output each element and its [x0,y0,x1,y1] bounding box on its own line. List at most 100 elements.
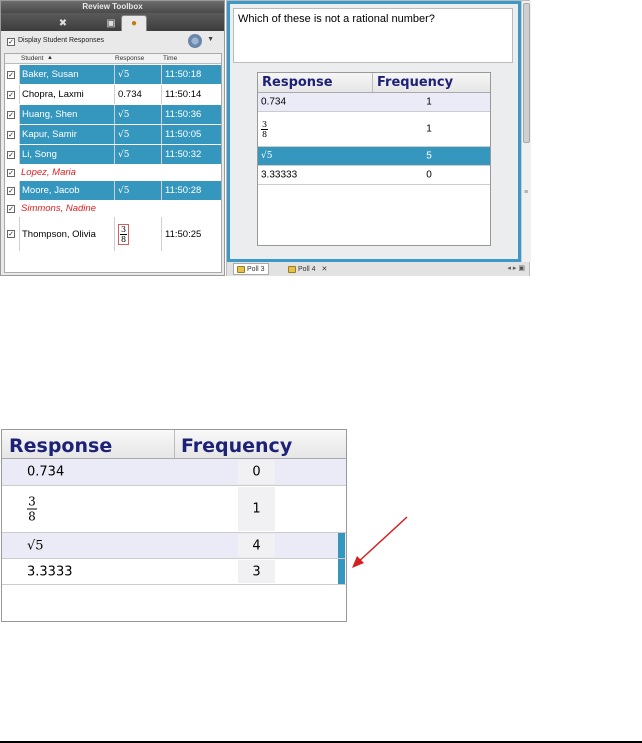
poll-panel: Which of these is not a rational number?… [226,0,531,276]
student-name: Moore, Jacob [19,181,114,200]
options-bar: ✓ Display Student Responses ▼ [1,31,224,53]
table-row[interactable]: ✓ Huang, Shen √5 11:50:36 [5,105,221,124]
student-response: 38 [114,217,161,251]
student-response: √5 [114,65,161,84]
column-header-student[interactable]: Student [21,55,43,62]
row-checkbox[interactable]: ✓ [7,91,15,99]
frequency-value: 1 [426,96,432,108]
table-row[interactable]: √5 5 [258,147,490,166]
frequency-value: 0 [426,169,432,181]
table-row[interactable]: 0.734 1 [258,93,490,112]
table-row[interactable]: 3.33333 0 [258,166,490,185]
close-icon[interactable]: ✕ [322,265,328,273]
frequency-value: 4 [252,538,261,553]
table-row[interactable]: ✓ Moore, Jacob √5 11:50:28 [5,181,221,200]
enlarged-response-table: Response Frequency 0.734 0 38 1 √5 4 3.3… [1,429,347,622]
student-name: Thompson, Olivia [19,217,114,251]
table-row[interactable]: ✓ Kapur, Samir √5 11:50:05 [5,125,221,144]
review-toolbox-panel: Review Toolbox ✖ ▣ ● ✓ Display Student R… [0,0,225,276]
frequency-header: Frequency [181,435,293,457]
table-row[interactable]: ✓ Simmons, Nadine [5,201,221,216]
row-checkbox[interactable]: ✓ [7,151,15,159]
row-checkbox[interactable]: ✓ [7,230,15,238]
response-value: √5 [261,151,273,161]
table-row[interactable]: 38 1 [2,486,346,533]
response-value: √5 [27,538,44,553]
column-divider [372,73,373,92]
response-time: 11:50:36 [161,105,221,124]
student-name: Chopra, Laxmi [19,85,114,104]
response-time: 11:50:25 [161,217,221,251]
display-responses-checkbox[interactable]: ✓ [7,38,15,46]
student-response: √5 [114,105,161,124]
student-name: Kapur, Samir [19,125,114,144]
fraction-response: 38 [118,223,129,245]
response-time: 11:50:14 [161,85,221,104]
lock-icon [288,265,296,273]
gear-icon[interactable] [188,34,202,48]
frequency-value: 1 [252,501,261,517]
frequency-header: Frequency [377,75,454,90]
table-row[interactable]: 38 1 [258,112,490,147]
table-row[interactable]: 3.3333 3 [2,559,346,585]
student-response: √5 [114,181,161,200]
grip-icon[interactable]: ≡ [524,189,528,196]
response-value: 0.734 [27,464,65,480]
row-checkbox[interactable]: ✓ [7,71,15,79]
response-time: 11:50:28 [161,181,221,200]
display-responses-label: Display Student Responses [18,37,104,44]
response-time: 11:50:05 [161,125,221,144]
student-response: √5 [114,125,161,144]
poll-tab-bar: Poll 3 Poll 4 ✕ ◂▸▣ [227,262,529,276]
row-checkbox[interactable]: ✓ [7,111,15,119]
frequency-value: 5 [426,150,432,162]
student-name: Huang, Shen [19,105,114,124]
response-value: 0.734 [261,96,287,108]
response-table-header: Response Frequency [2,430,346,459]
row-checkbox[interactable]: ✓ [7,205,15,213]
row-checkbox[interactable]: ✓ [7,187,15,195]
poll-frame: Which of these is not a rational number?… [227,1,521,262]
lock-icon [237,265,245,273]
frequency-value: 1 [426,123,432,135]
vertical-scrollbar[interactable]: ≡ [521,1,531,262]
highlight-marker [338,533,345,558]
table-row[interactable]: ✓ Baker, Susan √5 11:50:18 [5,65,221,84]
student-name: Li, Song [19,145,114,164]
student-name: Simmons, Nadine [21,203,96,214]
panel-title: Review Toolbox [1,1,224,13]
scrollbar-thumb[interactable] [523,3,530,143]
response-value: 38 [27,494,37,524]
student-response: √5 [114,145,161,164]
row-checkbox[interactable]: ✓ [7,169,15,177]
red-arrow-icon [352,516,408,568]
tab-poll-4[interactable]: Poll 4 ✕ [285,263,330,275]
student-response: 0.734 [114,85,161,104]
table-row[interactable]: 0.734 0 [2,459,346,486]
table-row[interactable]: √5 4 [2,533,346,559]
response-time: 11:50:32 [161,145,221,164]
response-value: 3.3333 [27,564,73,579]
column-header-time[interactable]: Time [163,55,177,62]
review-icon[interactable]: ● [121,15,147,31]
column-divider [174,430,175,458]
question-box: Which of these is not a rational number? [233,8,513,63]
table-row[interactable]: ✓ Li, Song √5 11:50:32 [5,145,221,164]
response-value: 3.33333 [261,169,298,181]
chevron-down-icon[interactable]: ▼ [207,36,214,43]
response-table-header: Response Frequency [258,73,490,93]
response-table: Response Frequency 0.734 1 38 1 √5 5 3.3… [257,72,491,246]
row-checkbox[interactable]: ✓ [7,131,15,139]
column-header-response[interactable]: Response [115,55,144,62]
frequency-value: 3 [252,564,261,579]
tab-navigation-icons[interactable]: ◂▸▣ [507,264,527,272]
sort-ascending-icon[interactable]: ▲ [47,55,53,61]
table-row[interactable]: ✓ Lopez, Maria [5,165,221,180]
tab-poll-3[interactable]: Poll 3 [233,263,269,275]
table-row[interactable]: ✓ Chopra, Laxmi 0.734 11:50:14 [5,85,221,104]
toolbox-tab-bar: ✖ ▣ ● [1,13,224,31]
table-row[interactable]: ✓ Thompson, Olivia 38 11:50:25 [5,217,221,251]
response-value: 38 [261,120,268,139]
table-header: Student ▲ Response Time [5,54,221,64]
tools-icon[interactable]: ✖ [50,15,76,31]
